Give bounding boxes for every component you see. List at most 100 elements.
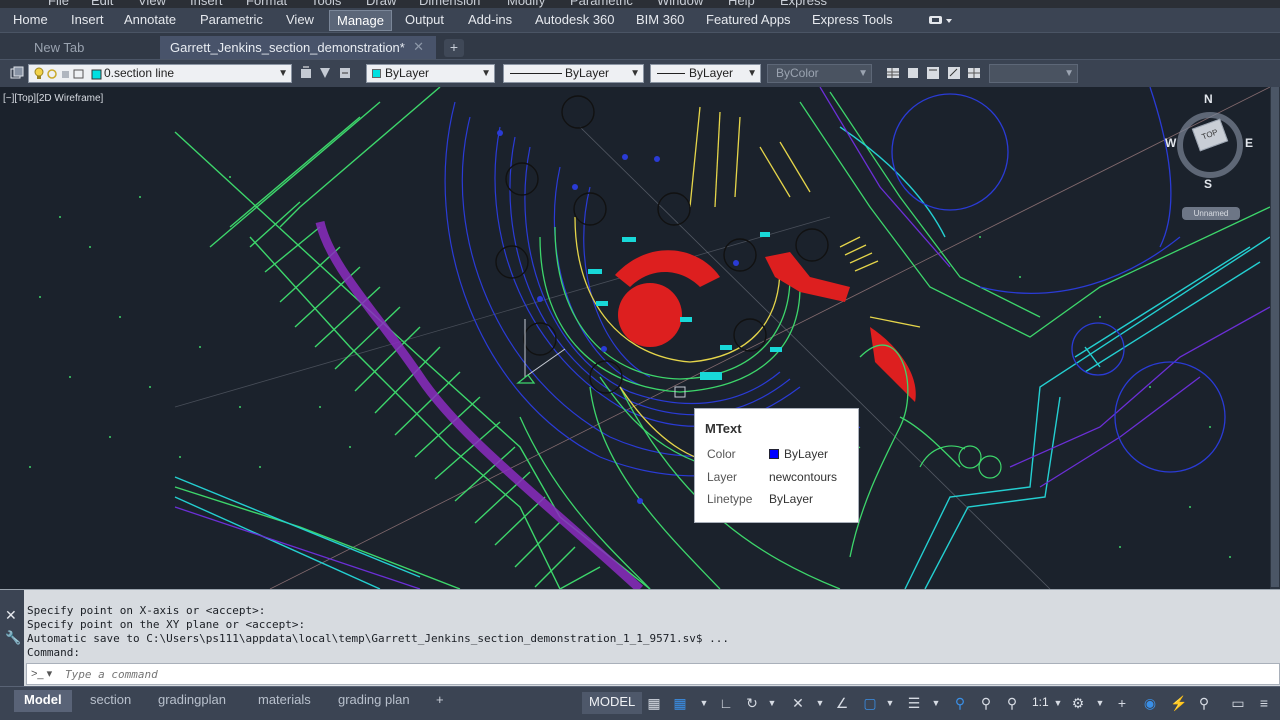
- compass-north[interactable]: N: [1204, 92, 1213, 106]
- menu-dimension[interactable]: Dimension: [419, 0, 480, 8]
- command-input[interactable]: [65, 666, 1265, 682]
- isolate-objects-icon[interactable]: ◉: [1142, 695, 1158, 711]
- clean-screen-toggle-icon[interactable]: ⚲: [1196, 695, 1212, 711]
- annotation-visibility-icon[interactable]: ⚲: [952, 695, 968, 711]
- tooltip-layer-label: Layer: [707, 470, 738, 484]
- object-snap-tracking-icon[interactable]: ∠: [834, 695, 850, 711]
- chevron-down-icon[interactable]: ▼: [696, 695, 712, 711]
- menu-insert[interactable]: Insert: [190, 0, 223, 8]
- tab-insert[interactable]: Insert: [71, 12, 104, 27]
- scrollbar-thumb[interactable]: [1271, 87, 1279, 587]
- tab-view[interactable]: View: [286, 12, 314, 27]
- close-icon[interactable]: ✕: [5, 607, 17, 624]
- tooltip-color-value: ByLayer: [784, 447, 829, 461]
- menu-help[interactable]: Help: [728, 0, 755, 8]
- snap-icon[interactable]: ▦: [672, 695, 688, 711]
- menu-edit[interactable]: Edit: [91, 0, 113, 8]
- lineweight-display-icon[interactable]: ☰: [906, 695, 922, 711]
- customization-menu-icon[interactable]: ≡: [1256, 695, 1272, 711]
- close-icon[interactable]: ✕: [413, 39, 424, 55]
- table-icon[interactable]: [967, 66, 981, 80]
- menu-draw[interactable]: Draw: [366, 0, 396, 8]
- chevron-down-icon: ▼: [858, 68, 868, 79]
- history-line: Specify point on the XY plane or <accept…: [27, 618, 306, 631]
- chevron-down-icon[interactable]: ▼: [882, 695, 898, 711]
- menu-view[interactable]: View: [138, 0, 166, 8]
- chevron-down-icon[interactable]: ▼: [1092, 695, 1108, 711]
- tab-featured-apps[interactable]: Featured Apps: [706, 12, 791, 27]
- tab-bim-360[interactable]: BIM 360: [636, 12, 684, 27]
- compass-east[interactable]: E: [1245, 136, 1253, 150]
- chevron-down-icon[interactable]: ▼: [1050, 695, 1066, 711]
- tab-add-ins[interactable]: Add-ins: [468, 12, 512, 27]
- annotation-monitor-icon[interactable]: +: [1114, 695, 1130, 711]
- layout-tab-section[interactable]: section: [80, 690, 141, 712]
- wrench-icon[interactable]: 🔧: [5, 630, 21, 646]
- command-prompt-icon[interactable]: >_ ▾: [31, 667, 52, 680]
- menu-window[interactable]: Window: [657, 0, 703, 8]
- viewport-controls-label[interactable]: [−][Top][2D Wireframe]: [3, 93, 103, 104]
- file-tab-document[interactable]: Garrett_Jenkins_section_demonstration* ✕: [160, 36, 436, 59]
- tab-manage[interactable]: Manage: [329, 10, 392, 31]
- previous-layer-icon[interactable]: [338, 66, 352, 80]
- ribbon-minimize-button[interactable]: [928, 14, 954, 27]
- tab-annotate[interactable]: Annotate: [124, 12, 176, 27]
- ucs-menu[interactable]: Unnamed: [1182, 207, 1240, 220]
- table-style-icon[interactable]: [886, 66, 900, 80]
- menu-file[interactable]: File: [48, 0, 69, 8]
- color-dropdown[interactable]: ByLayer ▼: [366, 64, 495, 83]
- menu-parametric[interactable]: Parametric: [570, 0, 633, 8]
- file-tab-document-label: Garrett_Jenkins_section_demonstration*: [170, 40, 405, 55]
- make-current-layer-icon[interactable]: [299, 66, 313, 80]
- text-style-icon[interactable]: [906, 66, 920, 80]
- hardware-acceleration-icon[interactable]: ⚡: [1170, 695, 1187, 711]
- lineweight-dropdown[interactable]: ByLayer ▼: [650, 64, 761, 83]
- chevron-down-icon[interactable]: ▼: [812, 695, 828, 711]
- dim-style-icon[interactable]: [926, 66, 940, 80]
- menu-tools[interactable]: Tools: [311, 0, 341, 8]
- tab-parametric[interactable]: Parametric: [200, 12, 263, 27]
- model-space-button[interactable]: MODEL: [582, 692, 643, 714]
- tab-home[interactable]: Home: [13, 12, 48, 27]
- polar-tracking-icon[interactable]: ↻: [744, 695, 760, 711]
- linetype-dropdown[interactable]: ByLayer ▼: [503, 64, 644, 83]
- menu-format[interactable]: Format: [246, 0, 287, 8]
- multileader-style-icon[interactable]: [947, 66, 961, 80]
- vertical-scrollbar[interactable]: [1270, 87, 1280, 589]
- new-file-tab-button[interactable]: +: [444, 39, 464, 57]
- status-bar: Model section gradingplan materials grad…: [0, 686, 1280, 720]
- compass-west[interactable]: W: [1165, 136, 1176, 150]
- command-input-bar[interactable]: >_ ▾: [26, 663, 1280, 685]
- layout-tab-model[interactable]: Model: [14, 690, 72, 712]
- file-tab-new[interactable]: New Tab: [24, 36, 160, 59]
- compass-south[interactable]: S: [1204, 177, 1212, 191]
- workspace-gear-icon[interactable]: ⚙: [1070, 695, 1086, 711]
- menu-modify[interactable]: Modify: [507, 0, 545, 8]
- tab-output[interactable]: Output: [405, 12, 444, 27]
- add-layout-button[interactable]: +: [436, 692, 444, 707]
- layer-state-icons: [34, 67, 102, 80]
- chevron-down-icon[interactable]: ▼: [928, 695, 944, 711]
- auto-scale-icon[interactable]: ⚲: [978, 695, 994, 711]
- ortho-icon[interactable]: ∟: [718, 695, 734, 711]
- object-snap-icon[interactable]: ▢: [862, 695, 878, 711]
- menu-express[interactable]: Express: [780, 0, 827, 8]
- clean-screen-icon[interactable]: ▭: [1230, 695, 1246, 711]
- isodraft-icon[interactable]: ✕: [790, 695, 806, 711]
- drawing-viewport[interactable]: [−][Top][2D Wireframe] N S E W TOP Unnam…: [0, 87, 1270, 589]
- chevron-down-icon[interactable]: ▼: [764, 695, 780, 711]
- tab-express-tools[interactable]: Express Tools: [812, 12, 893, 27]
- tab-autodesk-360[interactable]: Autodesk 360: [535, 12, 615, 27]
- annotation-scale-value[interactable]: 1:1: [1032, 695, 1049, 709]
- layout-tab-materials[interactable]: materials: [248, 690, 321, 712]
- viewcube[interactable]: N S E W TOP Unnamed: [1160, 92, 1260, 225]
- tooltip-title: MText: [705, 421, 742, 436]
- annotation-scale-icon[interactable]: ⚲: [1004, 695, 1020, 711]
- grid-icon[interactable]: ▦: [646, 695, 662, 711]
- site-plan-drawing[interactable]: [0, 87, 1270, 589]
- layout-tab-grading-plan[interactable]: grading plan: [328, 690, 420, 712]
- layer-dropdown[interactable]: 0.section line ▼: [28, 64, 292, 83]
- layer-properties-icon[interactable]: [10, 66, 24, 80]
- match-layer-icon[interactable]: [318, 66, 332, 80]
- layout-tab-gradingplan[interactable]: gradingplan: [148, 690, 236, 712]
